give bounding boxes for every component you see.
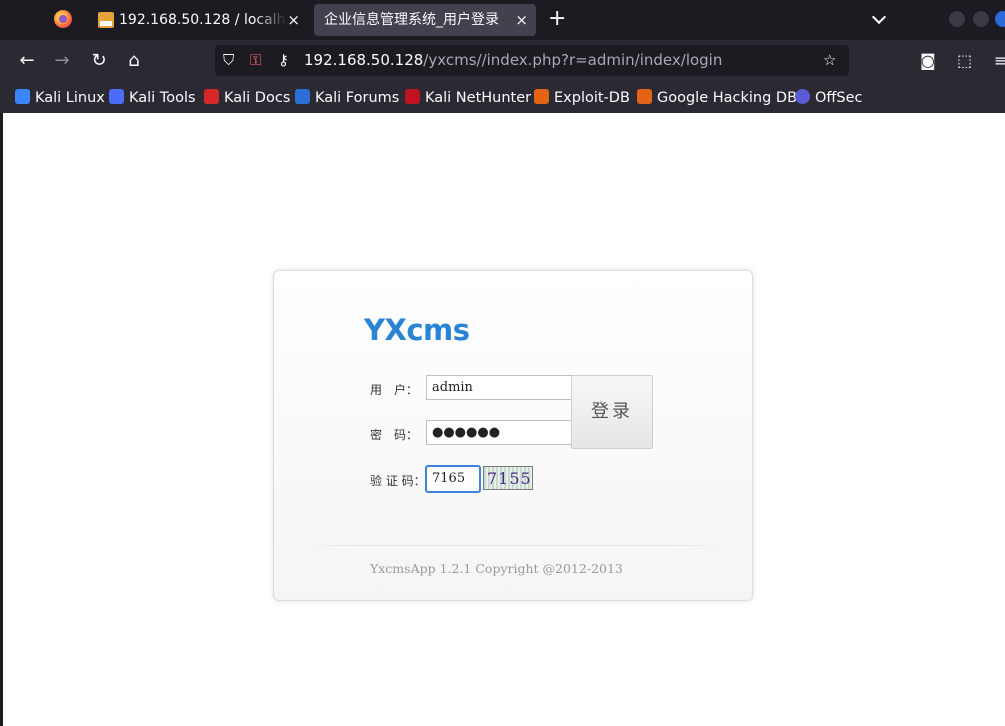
yxcms-logo: YXcms	[364, 313, 470, 347]
close-tab-icon[interactable]: ×	[515, 4, 528, 36]
exploit-db-icon	[534, 89, 549, 104]
list-all-tabs-chevron-icon[interactable]	[874, 12, 884, 22]
bookmark-google-hacking-db[interactable]: Google Hacking DB	[637, 88, 797, 108]
bookmark-label: OffSec	[815, 90, 863, 106]
kali-docs-icon	[204, 89, 219, 104]
url-host: 192.168.50.128	[304, 51, 424, 69]
bookmark-label: Exploit-DB	[554, 90, 630, 106]
bookmark-offsec[interactable]: OffSec	[795, 88, 863, 108]
bookmark-label: Kali Docs	[224, 90, 291, 106]
url-path: /yxcms//index.php?r=admin/index/login	[423, 51, 723, 69]
captcha-input[interactable]: 7165	[425, 465, 481, 493]
bookmark-label: Kali Linux	[35, 90, 105, 106]
back-arrow-icon[interactable]: ←	[17, 51, 37, 71]
home-icon[interactable]: ⌂	[124, 51, 144, 71]
ghdb-icon	[637, 89, 652, 104]
bookmark-label: Kali NetHunter	[425, 90, 532, 106]
navigation-toolbar: ← → ↻ ⌂ ⛉ ⚿ ⚷ 192.168.50.128/yxcms//inde…	[0, 40, 1005, 82]
url-text[interactable]: 192.168.50.128/yxcms//index.php?r=admin/…	[304, 51, 722, 69]
login-card: YXcms 用 户： admin 密 码： ●●●●●● 验 证 码： 7165…	[273, 270, 753, 601]
reload-icon[interactable]: ↻	[89, 51, 109, 71]
insecure-lock-icon[interactable]: ⚿	[250, 51, 261, 69]
close-window-button[interactable]	[995, 11, 1005, 27]
tab-title: 192.168.50.128 / localhost	[119, 12, 287, 28]
tab-strip: 192.168.50.128 / localhost × 企业信息管理系统_用户…	[0, 0, 1005, 40]
saved-login-key-icon[interactable]: ⚷	[278, 51, 289, 69]
login-button[interactable]: 登录	[571, 375, 653, 449]
firefox-logo-icon	[54, 10, 72, 28]
page-viewport: YXcms 用 户： admin 密 码： ●●●●●● 验 证 码： 7165…	[3, 113, 1005, 726]
bookmark-kali-forums[interactable]: Kali Forums	[295, 88, 399, 108]
bookmark-kali-nethunter[interactable]: Kali NetHunter	[405, 88, 531, 108]
offsec-icon	[795, 89, 810, 104]
bookmark-kali-tools[interactable]: Kali Tools	[109, 88, 196, 108]
footer-divider	[294, 545, 732, 546]
password-input[interactable]: ●●●●●●	[426, 420, 572, 445]
phpmyadmin-favicon-icon	[98, 12, 114, 28]
captcha-image[interactable]: 7155	[483, 466, 533, 490]
bookmark-exploit-db[interactable]: Exploit-DB	[534, 88, 630, 108]
kali-tools-icon	[109, 89, 124, 104]
captcha-image-text: 7155	[487, 469, 532, 488]
pocket-icon[interactable]: ◙	[920, 51, 936, 71]
forward-arrow-icon[interactable]: →	[52, 51, 72, 71]
bookmark-label: Google Hacking DB	[657, 90, 798, 106]
username-label: 用 户：	[370, 383, 419, 397]
maximize-button[interactable]	[973, 11, 989, 27]
new-tab-button[interactable]: +	[548, 7, 566, 31]
kali-dragon-icon	[15, 89, 30, 104]
bookmark-star-icon[interactable]: ☆	[823, 51, 836, 69]
password-label: 密 码：	[370, 428, 419, 442]
username-input[interactable]: admin	[426, 375, 572, 400]
bookmark-kali-docs[interactable]: Kali Docs	[204, 88, 290, 108]
minimize-button[interactable]	[949, 11, 965, 27]
captcha-label: 验 证 码：	[370, 474, 426, 488]
copyright-text: YxcmsApp 1.2.1 Copyright @2012-2013	[370, 561, 623, 576]
bookmarks-toolbar: Kali Linux Kali Tools Kali Docs Kali For…	[0, 82, 1005, 113]
nethunter-icon	[405, 89, 420, 104]
tab-phpmyadmin[interactable]: 192.168.50.128 / localhost ×	[90, 4, 308, 36]
bookmark-label: Kali Tools	[129, 90, 196, 106]
hamburger-menu-icon[interactable]: ≡	[994, 51, 1005, 71]
bookmark-kali-linux[interactable]: Kali Linux	[15, 88, 105, 108]
extensions-puzzle-icon[interactable]: ⬚	[957, 51, 972, 71]
tab-yxcms-login[interactable]: 企业信息管理系统_用户登录 ×	[314, 4, 536, 36]
bookmark-label: Kali Forums	[315, 90, 400, 106]
url-bar[interactable]: ⛉ ⚿ ⚷ 192.168.50.128/yxcms//index.php?r=…	[215, 45, 849, 76]
tracking-shield-icon[interactable]: ⛉	[223, 51, 234, 69]
tab-title: 企业信息管理系统_用户登录	[324, 12, 499, 28]
close-tab-icon[interactable]: ×	[287, 4, 300, 36]
kali-forums-icon	[295, 89, 310, 104]
